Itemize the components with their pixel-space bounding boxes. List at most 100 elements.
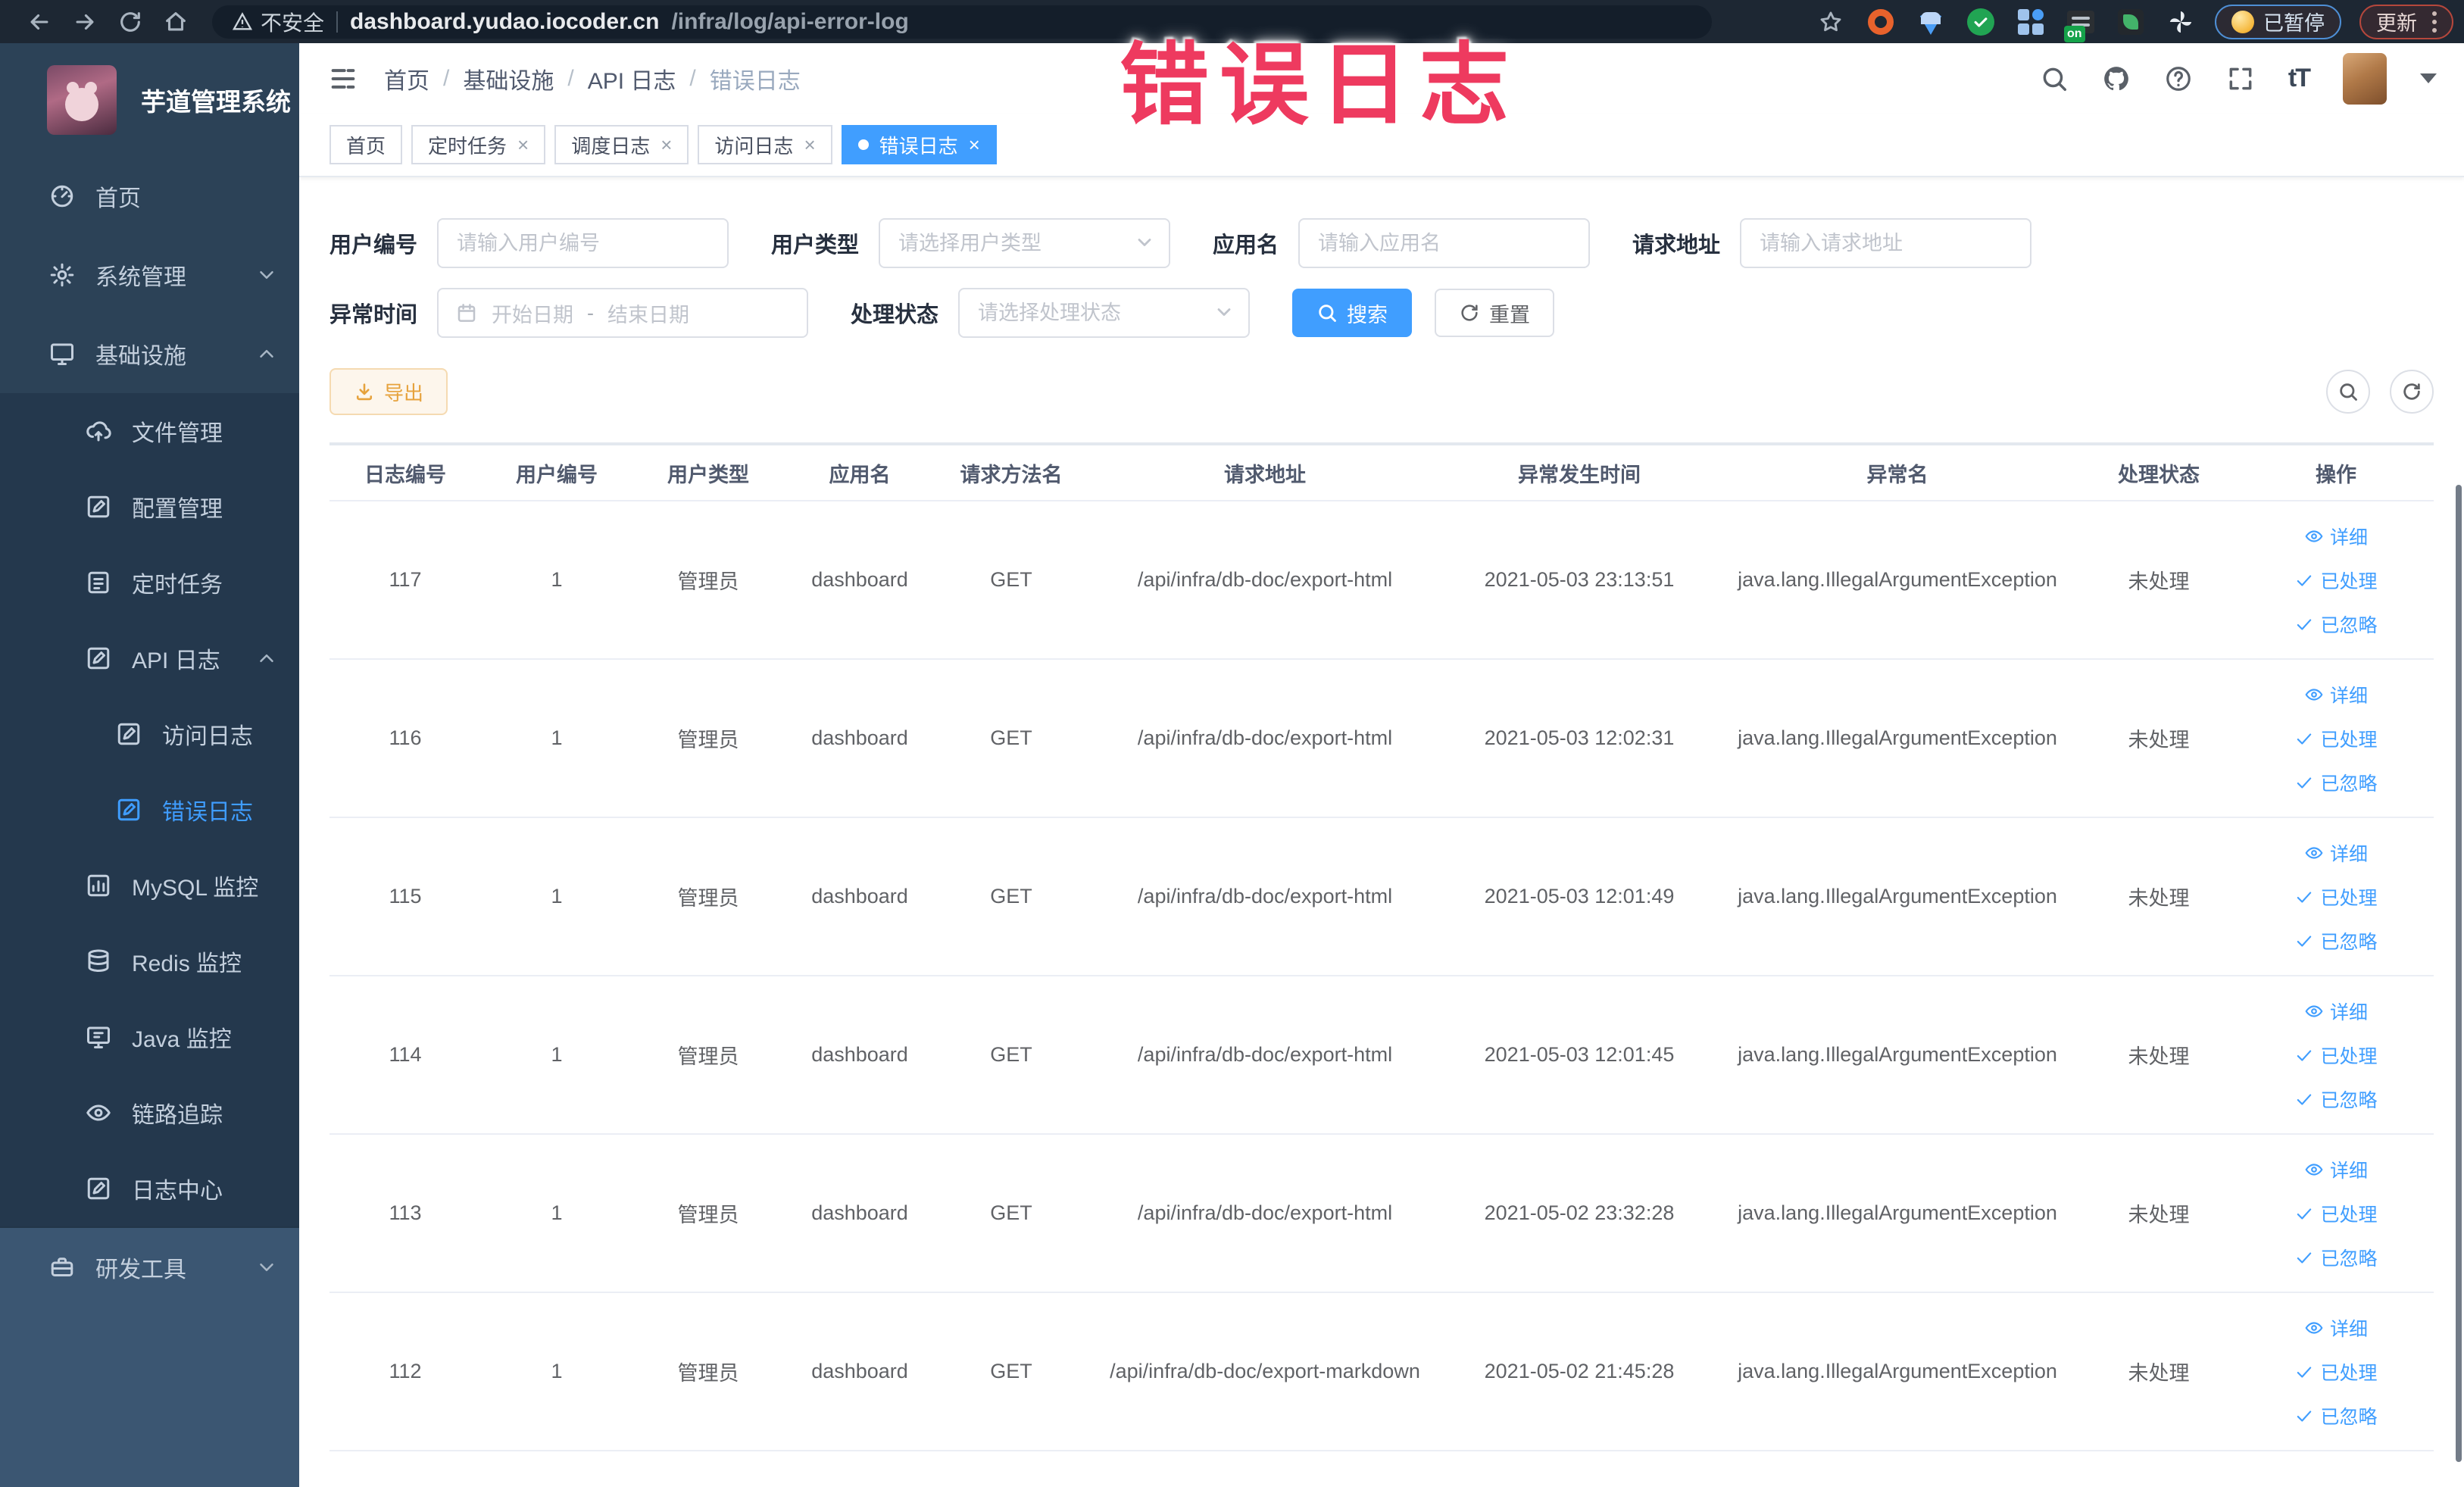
sidebar-item-研发工具[interactable]: 研发工具 [0,1228,299,1307]
reset-button[interactable]: 重置 [1435,289,1554,337]
sidebar-item-首页[interactable]: 首页 [0,157,299,236]
action-已处理[interactable]: 已处理 [2294,1358,2377,1385]
tab-定时任务[interactable]: 定时任务× [411,125,545,164]
help-icon[interactable] [2164,64,2193,93]
action-详细[interactable]: 详细 [2304,1156,2368,1183]
sidebar-item-配置管理[interactable]: 配置管理 [0,469,299,545]
date-range-picker[interactable]: 开始日期 - 结束日期 [437,288,808,338]
sidebar-item-API-日志[interactable]: API 日志 [0,620,299,696]
extension-orange-icon[interactable] [1865,6,1897,38]
extension-on-icon[interactable]: on [2065,6,2097,38]
action-已处理[interactable]: 已处理 [2294,883,2377,911]
tab-访问日志[interactable]: 访问日志× [698,125,832,164]
action-已忽略[interactable]: 已忽略 [2294,1086,2377,1113]
action-已忽略[interactable]: 已忽略 [2294,769,2377,796]
tab-首页[interactable]: 首页 [329,125,402,164]
edit-icon [85,1175,112,1202]
sidebar-item-日志中心[interactable]: 日志中心 [0,1151,299,1226]
eye-icon [2304,1001,2324,1021]
user-avatar[interactable] [2343,53,2387,105]
close-tab-icon[interactable]: × [517,135,529,155]
user-menu-caret-icon[interactable] [2420,73,2437,83]
export-button[interactable]: 导出 [329,368,448,415]
sidebar-item-系统管理[interactable]: 系统管理 [0,236,299,314]
refresh-table-button[interactable] [2390,370,2434,414]
sidebar-item-Redis-监控[interactable]: Redis 监控 [0,923,299,999]
action-已处理[interactable]: 已处理 [2294,1042,2377,1069]
action-已忽略[interactable]: 已忽略 [2294,1244,2377,1271]
check-icon [2294,1204,2314,1223]
search-icon[interactable] [2040,64,2069,93]
process-status-select[interactable] [958,288,1250,338]
fullscreen-icon[interactable] [2226,64,2255,93]
action-已忽略[interactable]: 已忽略 [2294,927,2377,954]
font-size-icon[interactable]: tT [2288,64,2309,93]
sidebar-item-文件管理[interactable]: 文件管理 [0,393,299,469]
app-logo-row[interactable]: 芋道管理系统 [0,43,299,157]
request-url-input[interactable] [1740,218,2031,268]
user-id-input[interactable] [437,218,729,268]
breadcrumb-item[interactable]: 首页 [384,62,429,95]
extension-check-icon[interactable] [1965,6,1997,38]
action-详细[interactable]: 详细 [2304,998,2368,1025]
user-type-select[interactable] [879,218,1170,268]
extension-grid-icon[interactable] [2015,6,2047,38]
chrome-menu-icon[interactable] [2432,11,2437,33]
action-详细[interactable]: 详细 [2304,839,2368,867]
cell-user_type: 管理员 [632,1357,784,1386]
cell-user_type: 管理员 [632,882,784,911]
vertical-scrollbar[interactable] [2456,485,2462,1462]
cell-actions: 详细已处理已忽略 [2238,681,2434,796]
close-tab-icon[interactable]: × [804,135,815,155]
toggle-search-button[interactable] [2326,370,2370,414]
forward-icon[interactable] [65,5,105,39]
breadcrumb-item[interactable]: API 日志 [588,62,676,95]
reload-icon[interactable] [111,5,150,39]
sidebar-item-label: 错误日志 [162,793,253,826]
back-icon[interactable] [20,5,59,39]
sidebar-item-label: 日志中心 [132,1172,223,1205]
sidebar-item-基础设施[interactable]: 基础设施 [0,314,299,393]
sidebar-item-定时任务[interactable]: 定时任务 [0,545,299,620]
search-button[interactable]: 搜索 [1292,289,1412,337]
action-详细[interactable]: 详细 [2304,523,2368,550]
action-已处理[interactable]: 已处理 [2294,567,2377,594]
extension-leaf-icon[interactable] [2115,6,2147,38]
github-icon[interactable] [2102,64,2131,93]
sidebar-item-错误日志[interactable]: 错误日志 [0,772,299,848]
sidebar-item-访问日志[interactable]: 访问日志 [0,696,299,772]
breadcrumb: 首页/基础设施/API 日志/错误日志 [384,62,801,95]
page-content: 用户编号 用户类型 应用名 请求地址 [299,177,2464,1451]
action-详细[interactable]: 详细 [2304,1314,2368,1342]
sidebar-item-Java-监控[interactable]: Java 监控 [0,999,299,1075]
cell-status: 未处理 [2079,723,2238,753]
tab-错误日志[interactable]: 错误日志× [842,125,997,164]
not-secure-warning[interactable]: 不安全 [232,7,324,37]
tab-调度日志[interactable]: 调度日志× [554,125,689,164]
collapse-menu-icon[interactable] [326,64,360,94]
start-date-placeholder: 开始日期 [492,298,573,328]
sidebar-item-MySQL-监控[interactable]: MySQL 监控 [0,848,299,923]
cell-status: 未处理 [2079,1198,2238,1228]
action-已忽略[interactable]: 已忽略 [2294,1402,2377,1429]
action-详细[interactable]: 详细 [2304,681,2368,708]
app-name-input[interactable] [1298,218,1590,268]
breadcrumb-separator: / [689,66,695,92]
close-tab-icon[interactable]: × [661,135,672,155]
action-已处理[interactable]: 已处理 [2294,1200,2377,1227]
extension-pinwheel-icon[interactable] [2165,6,2197,38]
close-tab-icon[interactable]: × [969,135,980,155]
table-body: 1171管理员dashboardGET/api/infra/db-doc/exp… [329,501,2434,1451]
home-icon[interactable] [156,5,195,39]
cell-actions: 详细已处理已忽略 [2238,1314,2434,1429]
extension-pin-icon[interactable] [1915,6,1947,38]
action-已忽略[interactable]: 已忽略 [2294,611,2377,638]
action-已处理[interactable]: 已处理 [2294,725,2377,752]
browser-update-button[interactable]: 更新 [2359,5,2453,39]
bookmark-star-icon[interactable] [1815,6,1847,38]
check-icon [2294,931,2314,951]
profile-paused-button[interactable]: 已暂停 [2215,5,2341,39]
chevron-up-icon [255,342,278,365]
breadcrumb-item[interactable]: 基础设施 [463,62,554,95]
sidebar-item-链路追踪[interactable]: 链路追踪 [0,1075,299,1151]
